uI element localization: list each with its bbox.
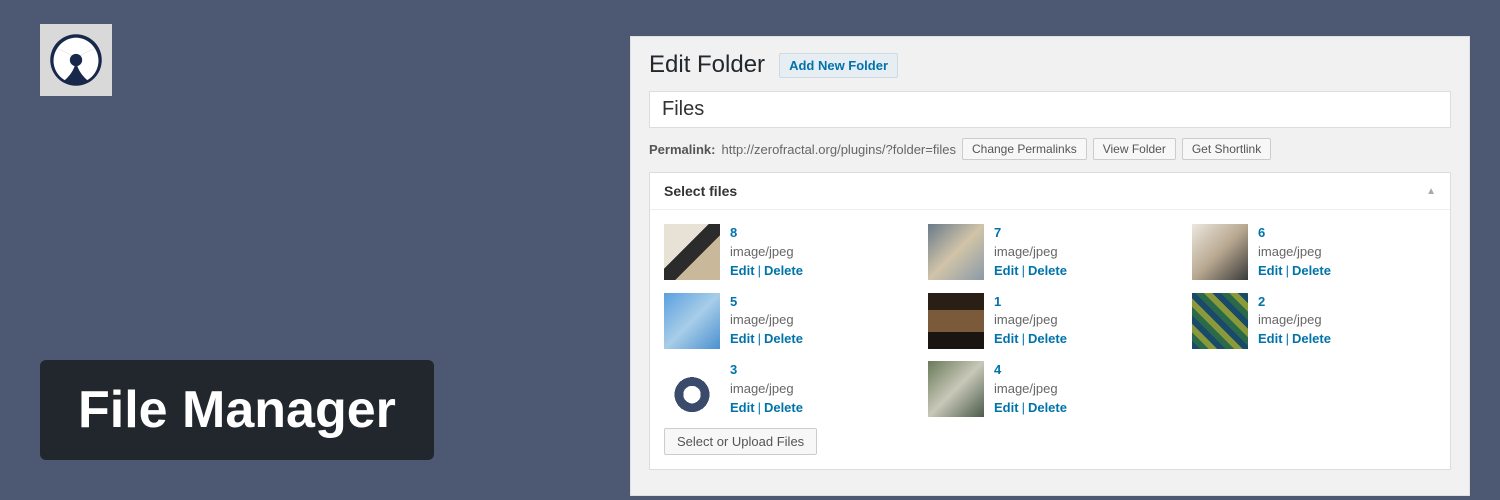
action-separator: | (1019, 263, 1028, 278)
edit-link[interactable]: Edit (730, 263, 755, 278)
action-separator: | (1019, 400, 1028, 415)
zerofractal-logo-icon (48, 32, 104, 88)
edit-link[interactable]: Edit (994, 331, 1019, 346)
file-meta: 3image/jpegEdit|Delete (730, 361, 803, 418)
file-name-link[interactable]: 3 (730, 361, 803, 380)
file-item: 8image/jpegEdit|Delete (664, 224, 908, 281)
file-meta: 8image/jpegEdit|Delete (730, 224, 803, 281)
edit-link[interactable]: Edit (730, 400, 755, 415)
file-item: 7image/jpegEdit|Delete (928, 224, 1172, 281)
banner-title: File Manager (40, 360, 434, 460)
edit-link[interactable]: Edit (1258, 331, 1283, 346)
edit-link[interactable]: Edit (730, 331, 755, 346)
file-name-link[interactable]: 5 (730, 293, 803, 312)
file-meta: 2image/jpegEdit|Delete (1258, 293, 1331, 350)
file-thumbnail[interactable] (1192, 224, 1248, 280)
file-meta: 5image/jpegEdit|Delete (730, 293, 803, 350)
select-or-upload-button[interactable]: Select or Upload Files (664, 428, 817, 455)
file-actions: Edit|Delete (1258, 262, 1331, 281)
action-separator: | (755, 400, 764, 415)
file-thumbnail[interactable] (664, 293, 720, 349)
edit-link[interactable]: Edit (994, 400, 1019, 415)
file-thumbnail[interactable] (928, 361, 984, 417)
file-name-link[interactable]: 1 (994, 293, 1067, 312)
file-thumbnail[interactable] (664, 224, 720, 280)
file-actions: Edit|Delete (994, 399, 1067, 418)
file-name-link[interactable]: 6 (1258, 224, 1331, 243)
file-name-link[interactable]: 8 (730, 224, 803, 243)
permalink-row: Permalink: http://zerofractal.org/plugin… (649, 132, 1451, 172)
file-mime: image/jpeg (730, 243, 803, 262)
delete-link[interactable]: Delete (1028, 400, 1067, 415)
file-actions: Edit|Delete (994, 262, 1067, 281)
file-thumbnail[interactable] (664, 361, 720, 417)
file-mime: image/jpeg (730, 311, 803, 330)
file-name-link[interactable]: 7 (994, 224, 1067, 243)
file-meta: 6image/jpegEdit|Delete (1258, 224, 1331, 281)
editor-panel: Edit Folder Add New Folder Files Permali… (630, 36, 1470, 496)
edit-link[interactable]: Edit (1258, 263, 1283, 278)
action-separator: | (1283, 331, 1292, 346)
file-thumbnail[interactable] (928, 293, 984, 349)
file-grid: 8image/jpegEdit|Delete7image/jpegEdit|De… (650, 210, 1450, 428)
delete-link[interactable]: Delete (764, 263, 803, 278)
file-item: 6image/jpegEdit|Delete (1192, 224, 1436, 281)
file-actions: Edit|Delete (1258, 330, 1331, 349)
delete-link[interactable]: Delete (764, 400, 803, 415)
delete-link[interactable]: Delete (1028, 263, 1067, 278)
file-actions: Edit|Delete (730, 330, 803, 349)
file-mime: image/jpeg (1258, 311, 1331, 330)
plugin-logo (40, 24, 112, 96)
metabox-header: Select files ▲ (650, 173, 1450, 210)
file-actions: Edit|Delete (994, 330, 1067, 349)
delete-link[interactable]: Delete (1028, 331, 1067, 346)
action-separator: | (755, 331, 764, 346)
panel-header: Edit Folder Add New Folder (649, 51, 1451, 79)
add-new-folder-button[interactable]: Add New Folder (779, 53, 898, 78)
edit-link[interactable]: Edit (994, 263, 1019, 278)
page-title: Edit Folder (649, 51, 765, 79)
action-separator: | (1283, 263, 1292, 278)
file-meta: 4image/jpegEdit|Delete (994, 361, 1067, 418)
file-name-link[interactable]: 4 (994, 361, 1067, 380)
action-separator: | (755, 263, 764, 278)
permalink-label: Permalink: (649, 142, 715, 157)
get-shortlink-button[interactable]: Get Shortlink (1182, 138, 1271, 160)
file-item: 1image/jpegEdit|Delete (928, 293, 1172, 350)
delete-link[interactable]: Delete (1292, 331, 1331, 346)
file-meta: 7image/jpegEdit|Delete (994, 224, 1067, 281)
file-actions: Edit|Delete (730, 399, 803, 418)
file-actions: Edit|Delete (730, 262, 803, 281)
file-meta: 1image/jpegEdit|Delete (994, 293, 1067, 350)
metabox-title: Select files (664, 183, 737, 199)
file-mime: image/jpeg (994, 311, 1067, 330)
file-item: 2image/jpegEdit|Delete (1192, 293, 1436, 350)
file-item: 4image/jpegEdit|Delete (928, 361, 1172, 418)
file-mime: image/jpeg (994, 243, 1067, 262)
file-item: 5image/jpegEdit|Delete (664, 293, 908, 350)
view-folder-button[interactable]: View Folder (1093, 138, 1176, 160)
file-mime: image/jpeg (730, 380, 803, 399)
file-mime: image/jpeg (1258, 243, 1331, 262)
action-separator: | (1019, 331, 1028, 346)
folder-name-input[interactable]: Files (649, 91, 1451, 128)
delete-link[interactable]: Delete (1292, 263, 1331, 278)
delete-link[interactable]: Delete (764, 331, 803, 346)
file-thumbnail[interactable] (928, 224, 984, 280)
select-files-metabox: Select files ▲ 8image/jpegEdit|Delete7im… (649, 172, 1451, 470)
permalink-url: http://zerofractal.org/plugins/?folder=f… (721, 142, 956, 157)
change-permalinks-button[interactable]: Change Permalinks (962, 138, 1087, 160)
file-item: 3image/jpegEdit|Delete (664, 361, 908, 418)
file-thumbnail[interactable] (1192, 293, 1248, 349)
collapse-toggle-icon[interactable]: ▲ (1426, 186, 1436, 197)
file-name-link[interactable]: 2 (1258, 293, 1331, 312)
file-mime: image/jpeg (994, 380, 1067, 399)
